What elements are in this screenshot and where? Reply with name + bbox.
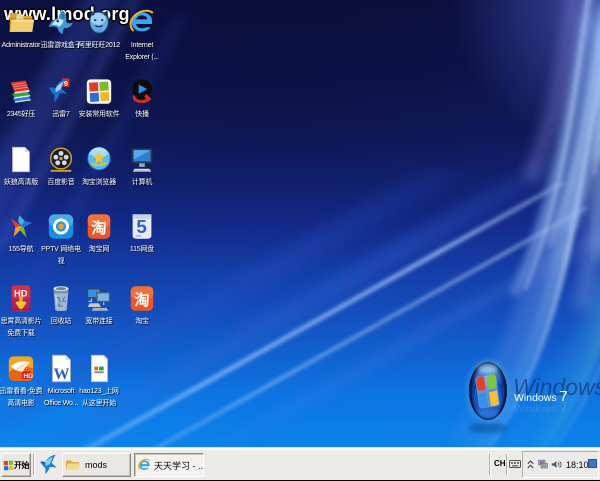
svg-text:5: 5 [136, 216, 146, 237]
svg-text:淘: 淘 [91, 219, 107, 237]
svg-text:淘: 淘 [134, 291, 150, 309]
svg-text:HD: HD [23, 373, 33, 380]
svg-text:W: W [54, 366, 70, 383]
